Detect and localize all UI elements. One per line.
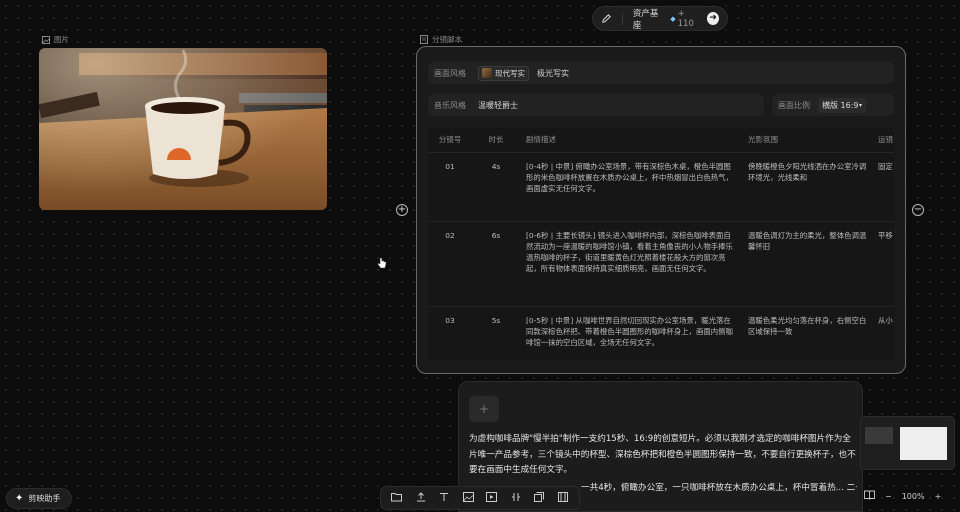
music-field[interactable]: 音乐风格 温暖轻爵士 [428,94,764,116]
upload-icon[interactable] [413,491,429,505]
layers-icon[interactable] [531,491,547,505]
add-node-button[interactable]: + [396,204,408,216]
storyboard-panel[interactable]: 画面风格 现代写实 极光写实 音乐风格 温暖轻爵士 画面比例 横版 16:9 ▾… [416,46,906,374]
book-icon[interactable] [864,490,875,502]
ratio-select[interactable]: 横版 16:9 ▾ [818,97,866,113]
music-ratio-row: 音乐风格 温暖轻爵士 画面比例 横版 16:9 ▾ [428,94,894,116]
zoom-out-button[interactable]: − [885,492,892,501]
asset-label: 资产基座 [632,8,659,31]
add-reference-button[interactable]: + [469,396,499,422]
shot-no: 03 [445,316,455,325]
header-no: 分镜号 [438,135,462,144]
header-camera: 运镜 [878,135,893,144]
style-value: 极光写实 [537,68,569,78]
shot-lighting: 傍晚暖橙色夕阳光线洒在办公室冷调环境光，光线柔和 [748,162,867,182]
ratio-label: 画面比例 [778,100,810,110]
shot-lighting: 温暖色柔光均匀落在杯身，右侧空白区域保持一致 [748,316,867,336]
video-icon[interactable] [484,491,500,505]
shot-no: 02 [445,231,455,240]
ratio-value: 横版 16:9 [822,100,859,110]
shot-duration: 6s [491,231,501,240]
table-header: 分镜号 时长 剧情描述 光影氛围 运镜 [428,127,894,153]
remove-node-button[interactable]: − [912,204,924,216]
table-row[interactable]: 01 4s [0-4秒 | 中景] 俯瞰办公室场景，带有深棕色木桌，橙色半圆图形… [428,153,894,222]
assistant-label: 剪映助手 [28,494,61,503]
image-icon [42,35,50,44]
zoom-value: 100% [901,491,925,501]
film-icon[interactable] [555,491,571,505]
table-row[interactable]: 02 6s [0-6秒 | 主要长镜头] 镜头进入咖啡杯内部，深棕色咖啡表面自然… [428,222,894,307]
image-node-label: 图片 [42,34,69,45]
shot-no: 01 [445,162,455,171]
style-label: 画面风格 [434,68,466,78]
points-count: + 110 [677,8,694,29]
divider [622,12,623,25]
minimap-viewport[interactable] [900,427,947,460]
coffee-cup-photo[interactable] [39,48,327,210]
shot-camera: 固定 [878,162,893,171]
ratio-field[interactable]: 画面比例 横版 16:9 ▾ [772,94,894,116]
shot-description: [0-5秒 | 中景] 从咖啡世界自然切回现实办公室场景，暖光落在同款深棕色杯把… [526,316,733,347]
header-description: 剧情描述 [526,135,556,144]
shot-duration: 4s [491,162,501,171]
music-label: 音乐风格 [434,100,466,110]
storyboard-table: 分镜号 时长 剧情描述 光影氛围 运镜 01 4s [0-4秒 | 中景] 俯瞰… [428,127,894,361]
shot-duration: 5s [491,316,501,325]
pencil-icon[interactable] [601,13,612,24]
header-lighting: 光影氛围 [748,135,778,144]
sparkle-icon: ✦ [15,493,24,504]
shot-lighting: 温暖色调灯为主的柔光，整体色调温馨怀旧 [748,231,867,251]
document-icon [420,35,428,44]
chevron-down-icon: ▾ [858,101,862,109]
prompt-main-text: 为虚构咖啡品牌"慢半拍"制作一支约15秒、16:9的创意短片。必须以我刚才选定的… [469,434,856,475]
hand-cursor-icon [377,257,387,272]
minimap[interactable] [860,416,955,470]
shot-description: [0-4秒 | 中景] 俯瞰办公室场景，带有深棕色木桌，橙色半圆图形的米色咖啡杯… [526,162,733,193]
storyboard-title: 分镜脚本 [432,35,462,44]
shot-description: [0-6秒 | 主要长镜头] 镜头进入咖啡杯内部，深棕色咖啡表面自然流动为一座温… [526,231,733,273]
arrow-right-icon[interactable]: ➜ [707,12,719,25]
split-icon[interactable] [508,492,524,505]
style-thumbnail [482,68,492,78]
style-row[interactable]: 画面风格 现代写实 极光写实 [428,62,894,84]
shot-camera: 平移 推进 [878,231,894,240]
style-chip[interactable]: 现代写实 [478,65,529,81]
zoom-controls: − 100% + [864,490,941,502]
music-value: 温暖轻爵士 [478,100,518,110]
bottom-toolbar [380,486,580,510]
table-row[interactable]: 03 5s [0-5秒 | 中景] 从咖啡世界自然切回现实办公室场景，暖光落在同… [428,307,894,361]
gem-icon: ◆ [670,14,676,23]
zoom-in-button[interactable]: + [935,492,942,501]
folder-icon[interactable] [389,492,405,505]
header-duration: 时长 [488,135,504,144]
storyboard-node-label: 分镜脚本 [420,34,462,45]
assistant-button[interactable]: ✦ 剪映助手 [6,488,72,509]
text-icon[interactable] [436,492,452,505]
shot-camera: 从小 [878,316,893,325]
asset-pill[interactable]: 资产基座 ◆ + 110 ➜ [592,6,728,31]
points-badge: ◆ + 110 [670,9,701,29]
minimap-node [865,427,893,444]
style-chip-label: 现代写实 [495,68,525,78]
image-node-title: 图片 [54,35,69,44]
image-icon[interactable] [460,491,476,505]
